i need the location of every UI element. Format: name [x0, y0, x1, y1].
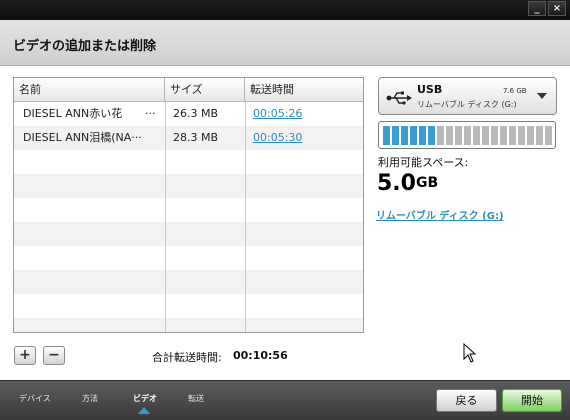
step-video[interactable]: ビデオ: [133, 393, 157, 404]
video-table: 名前 サイズ 転送時間 DIESEL ANN赤い花 ··· 26.3 MB 00…: [13, 77, 364, 333]
total-time-label: 合計転送時間:: [152, 351, 222, 364]
total-time-value: 00:10:56: [233, 349, 288, 362]
step-method[interactable]: 方法: [82, 393, 98, 404]
capacity-segment-free: [536, 126, 543, 145]
free-space-label: 利用可能スペース:: [378, 156, 469, 169]
header: ビデオの追加または削除: [0, 20, 570, 66]
empty-row: [14, 150, 363, 174]
row-ellipsis: ···: [145, 107, 156, 120]
active-step-marker-icon: [138, 407, 150, 414]
empty-row: [14, 174, 363, 198]
empty-row: [14, 198, 363, 222]
step-device[interactable]: デバイス: [19, 393, 51, 404]
row-size: 28.3 MB: [173, 131, 219, 144]
capacity-segment-free: [464, 126, 471, 145]
footer-bar: デバイス 方法 ビデオ 転送 戻る 開始: [0, 380, 570, 420]
capacity-segment-free: [473, 126, 480, 145]
title-bar: _ ×: [0, 0, 570, 20]
row-size: 26.3 MB: [173, 107, 219, 120]
device-selector[interactable]: USB 7.6 GB リムーバブル ディスク (G:): [378, 77, 557, 115]
capacity-segment-free: [545, 126, 552, 145]
start-button[interactable]: 開始: [502, 389, 562, 412]
page-title: ビデオの追加または削除: [13, 39, 157, 54]
row-transfer-time-link[interactable]: 00:05:26: [253, 102, 353, 126]
free-space-value: 5.0: [377, 171, 416, 196]
remove-video-button[interactable]: −: [43, 346, 65, 365]
empty-row: [14, 222, 363, 246]
capacity-segment-used: [401, 126, 408, 145]
row-transfer-time-link[interactable]: 00:05:30: [253, 126, 353, 150]
column-header-time[interactable]: 転送時間: [245, 78, 363, 102]
column-divider: [245, 102, 246, 332]
capacity-segment-used: [419, 126, 426, 145]
device-size: 7.6 GB: [503, 87, 527, 95]
capacity-bar: [378, 121, 556, 149]
device-subtitle: リムーバブル ディスク (G:): [417, 100, 517, 109]
capacity-segment-free: [500, 126, 507, 145]
removable-disk-link[interactable]: リムーバブル ディスク (G:): [376, 207, 504, 222]
main-panel: 名前 サイズ 転送時間 DIESEL ANN赤い花 ··· 26.3 MB 00…: [0, 66, 570, 380]
row-name: DIESEL ANN赤い花: [23, 107, 123, 120]
free-space-unit: GB: [416, 175, 439, 191]
column-header-name[interactable]: 名前: [14, 78, 165, 102]
capacity-segment-used: [428, 126, 435, 145]
capacity-segment-free: [509, 126, 516, 145]
table-row[interactable]: DIESEL ANN泪橋(NA··· 28.3 MB 00:05:30: [14, 126, 363, 150]
mouse-cursor-icon: [463, 343, 477, 363]
capacity-segment-free: [491, 126, 498, 145]
add-video-button[interactable]: +: [14, 346, 36, 365]
capacity-segment-used: [383, 126, 390, 145]
capacity-segment-free: [482, 126, 489, 145]
close-button[interactable]: ×: [548, 1, 566, 16]
empty-row: [14, 270, 363, 294]
minimize-button[interactable]: _: [528, 1, 546, 16]
empty-row: [14, 294, 363, 318]
capacity-segment-used: [410, 126, 417, 145]
empty-row: [14, 246, 363, 270]
empty-row: [14, 318, 363, 332]
capacity-segment-free: [437, 126, 444, 145]
device-name: USB: [417, 83, 443, 96]
capacity-segment-free: [518, 126, 525, 145]
capacity-segment-used: [392, 126, 399, 145]
table-header: 名前 サイズ 転送時間: [14, 78, 363, 102]
capacity-segment-free: [446, 126, 453, 145]
capacity-segment-free: [527, 126, 534, 145]
row-name: DIESEL ANN泪橋(NA···: [23, 131, 142, 144]
table-row[interactable]: DIESEL ANN赤い花 ··· 26.3 MB 00:05:26: [14, 102, 363, 126]
step-transfer[interactable]: 転送: [188, 393, 204, 404]
chevron-down-icon: [537, 93, 547, 99]
column-header-size[interactable]: サイズ: [165, 78, 245, 102]
capacity-segment-free: [455, 126, 462, 145]
column-divider: [165, 102, 166, 332]
back-button[interactable]: 戻る: [436, 389, 497, 412]
usb-icon: [386, 91, 412, 105]
